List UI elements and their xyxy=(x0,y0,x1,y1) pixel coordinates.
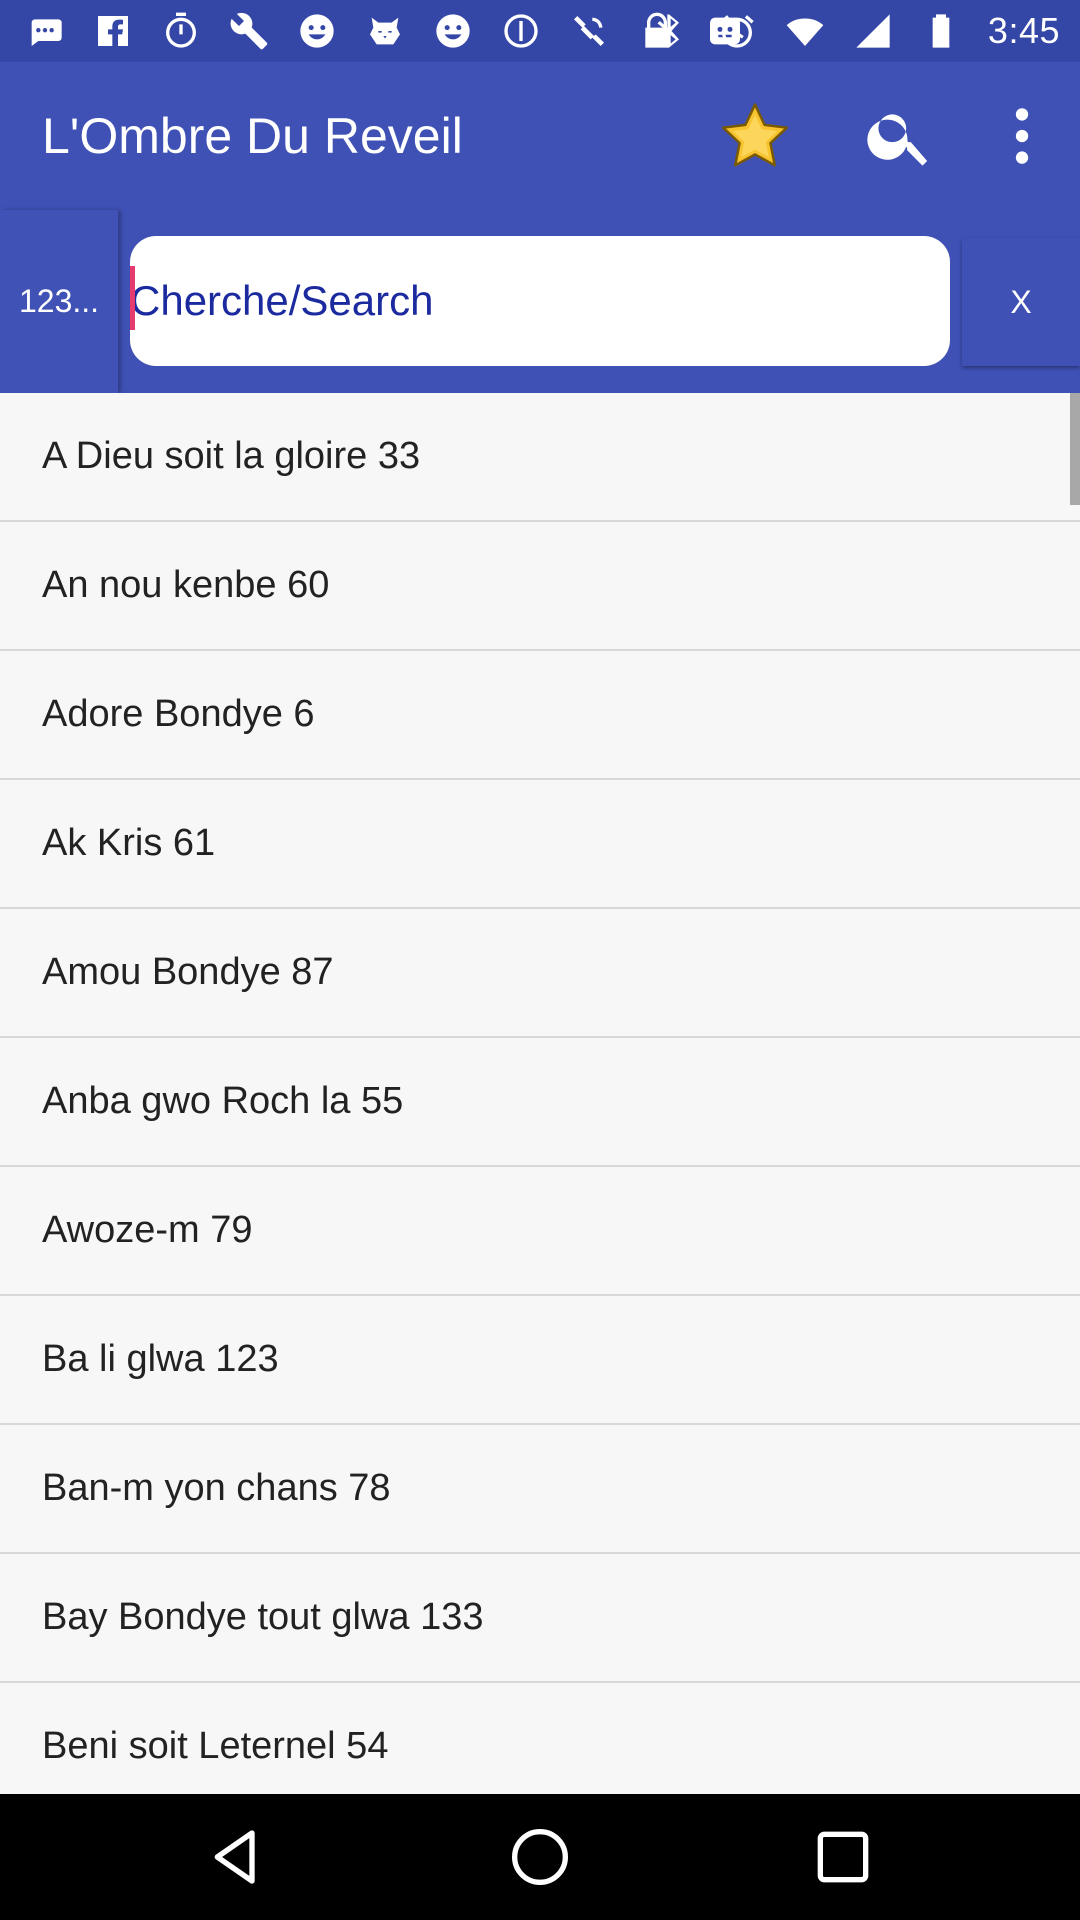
signal-icon xyxy=(852,10,894,52)
song-title: Anba gwo Roch la 55 xyxy=(42,1080,404,1122)
satellite-icon xyxy=(568,10,610,52)
wifi-icon xyxy=(784,10,826,52)
recents-button[interactable] xyxy=(803,1817,883,1897)
song-list[interactable]: A Dieu soit la gloire 33 An nou kenbe 60… xyxy=(0,393,1080,1794)
wrench-icon xyxy=(228,10,270,52)
circle-icon xyxy=(500,10,542,52)
alarm-icon xyxy=(716,10,758,52)
clock-time: 3:45 xyxy=(987,10,1060,51)
smiley-icon xyxy=(432,10,474,52)
search-box xyxy=(130,236,950,366)
star-icon xyxy=(722,103,788,167)
timer-icon xyxy=(160,10,202,52)
favorites-button[interactable] xyxy=(705,86,805,186)
list-item[interactable]: Beni soit Leternel 54 xyxy=(0,1683,1080,1794)
list-item[interactable]: Ak Kris 61 xyxy=(0,780,1080,909)
song-title: Amou Bondye 87 xyxy=(42,951,334,993)
song-title: Ak Kris 61 xyxy=(42,822,216,864)
list-item[interactable]: A Dieu soit la gloire 33 xyxy=(0,393,1080,522)
list-item[interactable]: Anba gwo Roch la 55 xyxy=(0,1038,1080,1167)
status-bar: 3:45 xyxy=(0,0,1080,62)
list-item[interactable]: Awoze-m 79 xyxy=(0,1167,1080,1296)
message-icon xyxy=(24,10,66,52)
search-row: 123... X xyxy=(0,210,1080,393)
song-title: Bay Bondye tout glwa 133 xyxy=(42,1596,484,1638)
song-title: Ba li glwa 123 xyxy=(42,1338,279,1380)
list-item[interactable]: Ba li glwa 123 xyxy=(0,1296,1080,1425)
text-cursor xyxy=(130,266,135,330)
song-title: An nou kenbe 60 xyxy=(42,564,330,606)
scrollbar-thumb[interactable] xyxy=(1070,393,1080,505)
song-title: Awoze-m 79 xyxy=(42,1209,253,1251)
bluetooth-icon xyxy=(648,10,690,52)
song-title: Beni soit Leternel 54 xyxy=(42,1725,389,1767)
song-title: Ban-m yon chans 78 xyxy=(42,1467,391,1509)
search-icon xyxy=(867,114,928,166)
app-bar: L'Ombre Du Reveil xyxy=(0,62,1080,210)
app-title: L'Ombre Du Reveil xyxy=(42,108,463,164)
navigation-bar xyxy=(0,1794,1080,1920)
list-item[interactable]: Amou Bondye 87 xyxy=(0,909,1080,1038)
notification-icons xyxy=(24,10,746,52)
recents-icon xyxy=(817,1831,869,1883)
more-vert-icon xyxy=(1015,108,1029,164)
search-button[interactable] xyxy=(850,86,950,186)
overflow-menu-button[interactable] xyxy=(972,86,1072,186)
list-item[interactable]: Ban-m yon chans 78 xyxy=(0,1425,1080,1554)
smiley-icon xyxy=(296,10,338,52)
song-title: Adore Bondye 6 xyxy=(42,693,315,735)
home-icon xyxy=(512,1829,568,1885)
list-item[interactable]: Bay Bondye tout glwa 133 xyxy=(0,1554,1080,1683)
song-title: A Dieu soit la gloire 33 xyxy=(42,435,421,477)
number-search-button[interactable]: 123... xyxy=(0,210,118,393)
tiger-icon xyxy=(364,10,406,52)
battery-icon xyxy=(920,10,962,52)
system-icons: 3:45 xyxy=(648,10,1060,52)
list-item[interactable]: An nou kenbe 60 xyxy=(0,522,1080,651)
clear-search-button[interactable]: X xyxy=(962,238,1080,366)
back-button[interactable] xyxy=(196,1817,276,1897)
facebook-icon xyxy=(92,10,134,52)
list-item[interactable]: Adore Bondye 6 xyxy=(0,651,1080,780)
home-button[interactable] xyxy=(500,1817,580,1897)
back-icon xyxy=(214,1830,255,1884)
search-input[interactable] xyxy=(130,236,950,366)
